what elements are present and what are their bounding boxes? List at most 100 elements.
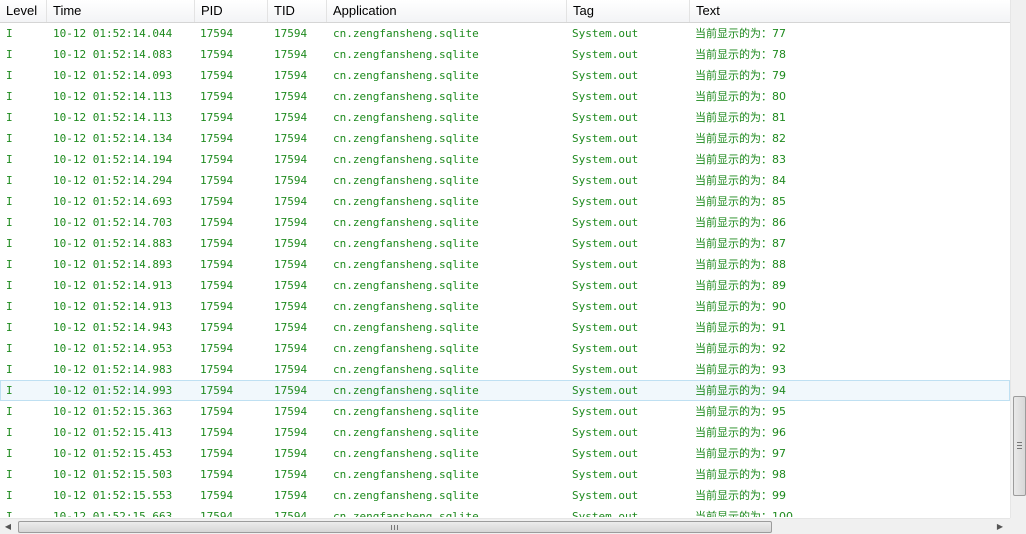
log-row[interactable]: I 10-12 01:52:14.883 17594 17594 cn.zengfans…	[0, 233, 1010, 254]
row-text: 当前显示的为：99	[695, 489, 786, 502]
row-tid: 17594	[274, 195, 308, 208]
log-row[interactable]: I 10-12 01:52:14.294 17594 17594 cn.zengfans…	[0, 170, 1010, 191]
row-tag: System.out	[572, 48, 639, 61]
row-time: 10-12 01:52:14.893	[53, 258, 173, 271]
row-time: 10-12 01:52:15.503	[53, 468, 173, 481]
log-row[interactable]: I 10-12 01:52:14.113 17594 17594 cn.zengfans…	[0, 107, 1010, 128]
row-level: I	[6, 90, 13, 103]
row-time: 10-12 01:52:15.663	[53, 510, 173, 517]
row-time: 10-12 01:52:15.453	[53, 447, 173, 460]
row-time: 10-12 01:52:14.943	[53, 321, 173, 334]
row-pid: 17594	[200, 489, 234, 502]
log-row[interactable]: I 10-12 01:52:14.093 17594 17594 cn.zengfans…	[0, 65, 1010, 86]
column-header-pid[interactable]: PID	[195, 0, 268, 22]
row-time: 10-12 01:52:14.883	[53, 237, 173, 250]
log-row[interactable]: I 10-12 01:52:14.703 17594 17594 cn.zengfans…	[0, 212, 1010, 233]
row-level: I	[6, 321, 13, 334]
row-text: 当前显示的为：100	[695, 510, 793, 517]
row-application: cn.zengfansheng.sqlite	[333, 258, 479, 271]
row-tid: 17594	[274, 216, 308, 229]
row-time: 10-12 01:52:14.983	[53, 363, 173, 376]
row-application: cn.zengfansheng.sqlite	[333, 132, 479, 145]
log-rows: I 10-12 01:52:14.044 17594 17594 cn.zengfans…	[0, 23, 1010, 517]
row-level: I	[6, 300, 13, 313]
row-application: cn.zengfansheng.sqlite	[333, 279, 479, 292]
row-application: cn.zengfansheng.sqlite	[333, 237, 479, 250]
row-tid: 17594	[274, 405, 308, 418]
row-pid: 17594	[200, 195, 234, 208]
column-header-tag[interactable]: Tag	[567, 0, 690, 22]
log-row[interactable]: I 10-12 01:52:14.943 17594 17594 cn.zengfans…	[0, 317, 1010, 338]
row-level: I	[6, 426, 13, 439]
column-header-application[interactable]: Application	[327, 0, 567, 22]
row-pid: 17594	[200, 132, 234, 145]
log-row[interactable]: I 10-12 01:52:14.983 17594 17594 cn.zengfans…	[0, 359, 1010, 380]
log-row[interactable]: I 10-12 01:52:14.044 17594 17594 cn.zengfans…	[0, 23, 1010, 44]
row-tag: System.out	[572, 69, 639, 82]
column-header-tid[interactable]: TID	[268, 0, 327, 22]
row-time: 10-12 01:52:15.553	[53, 489, 173, 502]
vertical-scroll-thumb[interactable]	[1013, 396, 1026, 496]
row-time: 10-12 01:52:14.703	[53, 216, 173, 229]
scroll-left-icon[interactable]: ◀	[0, 519, 16, 534]
log-row[interactable]: I 10-12 01:52:14.913 17594 17594 cn.zengfans…	[0, 275, 1010, 296]
row-tag: System.out	[572, 237, 639, 250]
log-row[interactable]: I 10-12 01:52:14.993 17594 17594 cn.zengfans…	[0, 380, 1010, 401]
logcat-table: Level Time PID TID Application Tag Text …	[0, 0, 1026, 534]
row-pid: 17594	[200, 426, 234, 439]
log-row[interactable]: I 10-12 01:52:14.134 17594 17594 cn.zengfans…	[0, 128, 1010, 149]
row-tid: 17594	[274, 279, 308, 292]
column-header-time[interactable]: Time	[47, 0, 195, 22]
log-row[interactable]: I 10-12 01:52:14.893 17594 17594 cn.zengfans…	[0, 254, 1010, 275]
row-tag: System.out	[572, 384, 639, 397]
row-level: I	[6, 111, 13, 124]
horizontal-scroll-thumb[interactable]	[18, 521, 772, 533]
row-tag: System.out	[572, 405, 639, 418]
row-level: I	[6, 216, 13, 229]
row-pid: 17594	[200, 510, 234, 517]
log-row[interactable]: I 10-12 01:52:15.413 17594 17594 cn.zengfans…	[0, 422, 1010, 443]
log-row[interactable]: I 10-12 01:52:14.913 17594 17594 cn.zengfans…	[0, 296, 1010, 317]
log-row[interactable]: I 10-12 01:52:14.953 17594 17594 cn.zengfans…	[0, 338, 1010, 359]
row-application: cn.zengfansheng.sqlite	[333, 48, 479, 61]
row-pid: 17594	[200, 363, 234, 376]
grip-lines-icon	[1017, 445, 1022, 446]
column-header-level[interactable]: Level	[0, 0, 47, 22]
horizontal-scrollbar[interactable]: ◀ ▶	[0, 518, 1010, 534]
row-level: I	[6, 132, 13, 145]
row-time: 10-12 01:52:14.113	[53, 111, 173, 124]
row-application: cn.zengfansheng.sqlite	[333, 153, 479, 166]
row-pid: 17594	[200, 342, 234, 355]
row-text: 当前显示的为：95	[695, 405, 786, 418]
log-row[interactable]: I 10-12 01:52:14.083 17594 17594 cn.zengfans…	[0, 44, 1010, 65]
row-level: I	[6, 195, 13, 208]
row-tid: 17594	[274, 384, 308, 397]
log-row[interactable]: I 10-12 01:52:15.553 17594 17594 cn.zengfans…	[0, 485, 1010, 506]
log-row[interactable]: I 10-12 01:52:15.363 17594 17594 cn.zengfans…	[0, 401, 1010, 422]
row-tag: System.out	[572, 258, 639, 271]
row-text: 当前显示的为：79	[695, 69, 786, 82]
log-row[interactable]: I 10-12 01:52:15.663 17594 17594 cn.zengfans…	[0, 506, 1010, 517]
row-tag: System.out	[572, 153, 639, 166]
row-application: cn.zengfansheng.sqlite	[333, 300, 479, 313]
row-level: I	[6, 342, 13, 355]
row-pid: 17594	[200, 258, 234, 271]
vertical-scrollbar[interactable]	[1010, 0, 1026, 518]
row-level: I	[6, 405, 13, 418]
row-text: 当前显示的为：91	[695, 321, 786, 334]
column-header-text[interactable]: Text	[690, 0, 1010, 22]
log-row[interactable]: I 10-12 01:52:14.194 17594 17594 cn.zengfans…	[0, 149, 1010, 170]
scroll-right-icon[interactable]: ▶	[992, 519, 1008, 534]
row-tid: 17594	[274, 363, 308, 376]
row-text: 当前显示的为：77	[695, 27, 786, 40]
log-row[interactable]: I 10-12 01:52:14.113 17594 17594 cn.zengfans…	[0, 86, 1010, 107]
row-time: 10-12 01:52:14.044	[53, 27, 173, 40]
log-row[interactable]: I 10-12 01:52:14.693 17594 17594 cn.zengfans…	[0, 191, 1010, 212]
log-row[interactable]: I 10-12 01:52:15.503 17594 17594 cn.zengfans…	[0, 464, 1010, 485]
row-pid: 17594	[200, 447, 234, 460]
row-tid: 17594	[274, 111, 308, 124]
row-level: I	[6, 447, 13, 460]
row-pid: 17594	[200, 216, 234, 229]
row-level: I	[6, 510, 13, 517]
log-row[interactable]: I 10-12 01:52:15.453 17594 17594 cn.zengfans…	[0, 443, 1010, 464]
